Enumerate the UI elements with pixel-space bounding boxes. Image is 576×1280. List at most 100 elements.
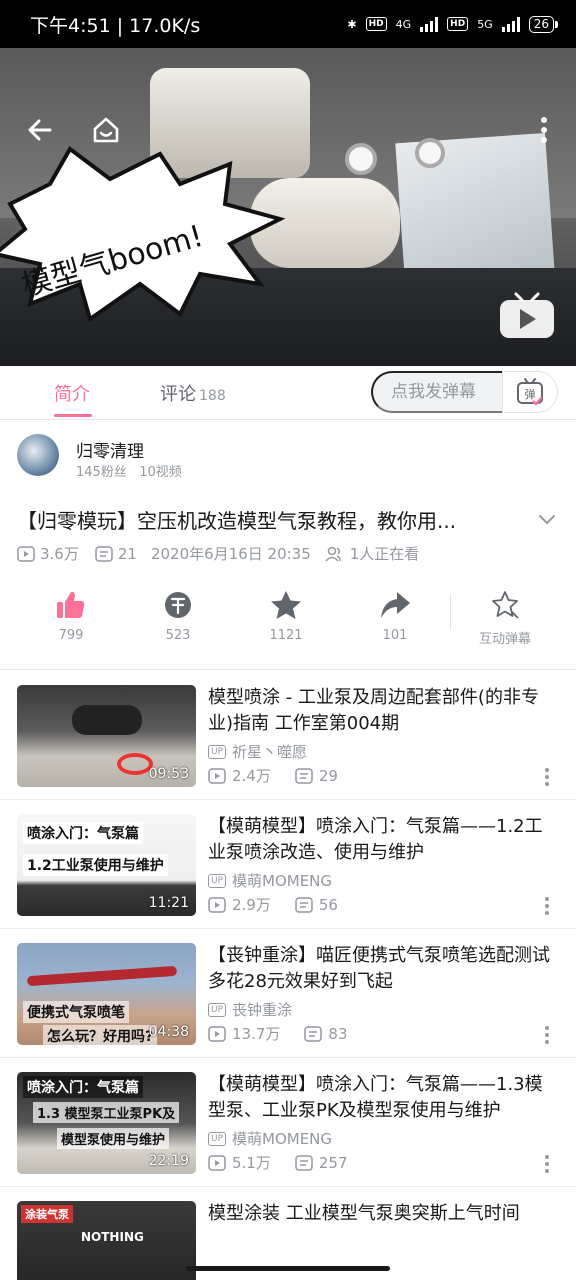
danmaku-count-icon <box>304 1025 323 1042</box>
play-count: 5.1万 <box>232 1154 271 1172</box>
more-options-icon[interactable] <box>540 767 554 787</box>
like-button[interactable]: 799 <box>21 588 121 643</box>
tab-active-indicator <box>54 414 92 417</box>
video-title: 【丧钟重涂】喵匠便携式气泵喷笔选配测试多花28元效果好到飞起 <box>208 945 550 992</box>
video-owner: UP 祈星丶噬愿 <box>208 741 307 762</box>
back-button[interactable] <box>20 110 60 150</box>
danmaku-count: 21 <box>117 544 137 563</box>
danmaku-toggle-button[interactable]: 弹 <box>502 371 558 413</box>
uploader-videos: 10视频 <box>139 465 182 480</box>
uploader-fans: 145粉丝 <box>76 465 127 480</box>
share-button[interactable]: 101 <box>345 588 445 643</box>
thumbnail-text: 便携式气泵喷笔 <box>23 1001 129 1023</box>
home-indicator[interactable] <box>186 1266 390 1271</box>
video-stats: 2.9万 56 <box>208 894 338 915</box>
favorite-button[interactable]: 1121 <box>236 588 336 643</box>
thumbnail-text: 1.2工业泵使用与维护 <box>23 854 168 876</box>
play-tv-icon[interactable] <box>498 290 556 340</box>
video-stats: 13.7万 83 <box>208 1023 348 1044</box>
network-5g-label: 5G <box>477 17 493 31</box>
up-badge-icon: UP <box>208 873 227 888</box>
video-owner: UP 模萌MOMENG <box>208 1128 332 1149</box>
home-icon <box>93 117 119 143</box>
danmaku-count-icon <box>295 1154 313 1171</box>
play-count-icon <box>17 545 35 562</box>
interactive-danmaku-button[interactable]: 互动弹幕 <box>455 588 555 647</box>
interactive-danmaku-icon <box>492 591 519 619</box>
owner-name: 丧钟重涂 <box>232 1001 293 1019</box>
tab-comments[interactable]: 评论 188 <box>160 380 226 406</box>
video-duration: 22:19 <box>148 1153 189 1169</box>
video-thumbnail: 喷涂入门：气泵篇 1.3 模型泵工业泵PK及 模型泵使用与维护 22:19 <box>17 1072 196 1174</box>
favorite-count: 1121 <box>269 628 303 643</box>
danmaku-count-icon <box>95 545 113 562</box>
danmaku-count: 257 <box>318 1153 348 1172</box>
interactive-danmaku-label: 互动弹幕 <box>478 632 531 647</box>
list-item[interactable]: 喷涂入门：气泵篇 1.2工业泵使用与维护 11:21 【模萌模型】喷涂入门：气泵… <box>0 800 576 929</box>
thumbnail-text: 涂装气泵 <box>21 1205 73 1223</box>
vertical-dots-icon <box>541 117 547 143</box>
more-options-icon[interactable] <box>540 1025 554 1045</box>
thumbnail-text: 1.3 模型泵工业泵PK及 <box>33 1102 180 1123</box>
play-count: 13.7万 <box>232 1025 281 1043</box>
status-time: 下午4:51 | 17.0K/s <box>30 14 201 37</box>
tab-intro-label: 简介 <box>54 384 90 405</box>
up-badge-icon: UP <box>208 744 227 759</box>
list-item[interactable]: 09:53 模型喷涂 - 工业泵及周边配套部件(的非专业)指南 工作室第004期… <box>0 671 576 800</box>
uploader-name[interactable]: 归零清理 <box>76 437 144 462</box>
danmaku-count: 83 <box>328 1024 348 1043</box>
publish-date: 2020年6月16日 20:35 <box>150 545 311 563</box>
signal-icon-2 <box>501 16 520 32</box>
danmaku-button-label: 弹 <box>525 387 536 401</box>
more-options-button[interactable] <box>524 110 564 150</box>
list-item[interactable]: 便携式气泵喷笔 怎么玩？好用吗? 04:38 【丧钟重涂】喵匠便携式气泵喷笔选配… <box>0 929 576 1058</box>
action-separator <box>450 594 451 630</box>
owner-name: 祈星丶噬愿 <box>232 743 308 761</box>
up-badge-icon: UP <box>208 1002 227 1017</box>
uploader-avatar[interactable] <box>17 434 59 476</box>
play-count-icon <box>208 1154 226 1171</box>
up-badge-icon: UP <box>208 1131 227 1146</box>
video-thumbnail: 涂装气泵 NOTHING <box>17 1201 196 1280</box>
play-count: 2.4万 <box>232 767 271 785</box>
thumbnail-text: NOTHING <box>81 1230 144 1244</box>
battery-icon: 26 <box>528 15 559 33</box>
star-icon <box>271 591 301 619</box>
hd-icon-2: HD <box>447 17 469 31</box>
like-count: 799 <box>58 628 84 643</box>
play-count-icon <box>208 767 226 784</box>
danmaku-count: 29 <box>318 766 338 785</box>
video-title: 【模萌模型】喷涂入门：气泵篇——1.2工业泵喷涂改造、使用与维护 <box>208 816 543 863</box>
thumbnail-text: 怎么玩？好用吗? <box>43 1025 158 1045</box>
danmaku-count: 56 <box>318 895 338 914</box>
more-options-icon[interactable] <box>540 1154 554 1174</box>
play-count-icon <box>208 896 226 913</box>
play-count: 2.9万 <box>232 896 271 914</box>
watching-count: 1人正在看 <box>349 545 420 563</box>
uploader-stats: 145粉丝 10视频 <box>76 461 182 480</box>
list-item[interactable]: 喷涂入门：气泵篇 1.3 模型泵工业泵PK及 模型泵使用与维护 22:19 【模… <box>0 1058 576 1187</box>
action-row: 799 523 1121 101 互动弹幕 <box>0 588 576 650</box>
more-options-icon[interactable] <box>540 896 554 916</box>
video-player[interactable]: 模型气boom! <box>0 48 576 366</box>
signal-icon <box>420 16 439 32</box>
play-count-icon <box>208 1025 226 1042</box>
coin-count: 523 <box>165 628 191 643</box>
video-title: 模型涂装 工业模型气泵奥突斯上气时间 <box>208 1203 520 1224</box>
video-thumbnail: 09:53 <box>17 685 196 787</box>
owner-name: 模萌MOMENG <box>232 872 333 890</box>
share-icon <box>381 592 410 618</box>
play-count: 3.6万 <box>40 545 79 563</box>
share-count: 101 <box>382 628 408 643</box>
coin-button[interactable]: 523 <box>128 588 228 643</box>
thumbs-up-icon <box>57 591 85 618</box>
tab-intro[interactable]: 简介 <box>54 380 90 406</box>
video-duration: 09:53 <box>148 766 189 782</box>
video-stats: 2.4万 29 <box>208 765 338 786</box>
owner-name: 模萌MOMENG <box>232 1130 333 1148</box>
home-button[interactable] <box>86 110 126 150</box>
video-thumbnail: 便携式气泵喷笔 怎么玩？好用吗? 04:38 <box>17 943 196 1045</box>
chevron-down-icon[interactable] <box>536 508 558 530</box>
video-title: 【归零模玩】空压机改造模型气泵教程，教你用... <box>17 509 457 533</box>
video-duration: 11:21 <box>148 895 189 911</box>
